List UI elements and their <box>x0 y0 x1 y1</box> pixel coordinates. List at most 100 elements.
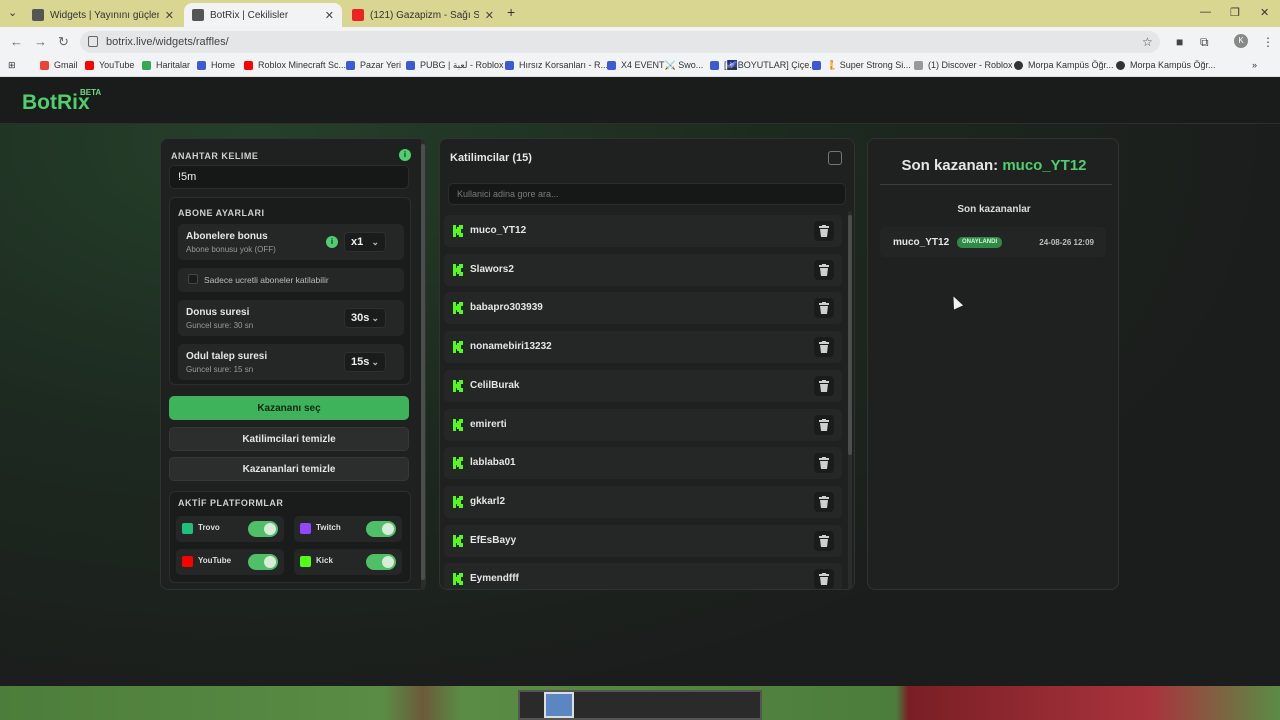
subscriber-settings-label: ABONE AYARLARI <box>178 208 265 218</box>
delete-participant-button[interactable] <box>814 221 834 241</box>
clear-winners-button[interactable]: Kazananlari temizle <box>169 457 409 481</box>
chevron-down-icon: ⌄ <box>371 357 379 367</box>
twitch-toggle[interactable] <box>366 521 396 537</box>
reload-icon[interactable]: ↻ <box>58 34 69 50</box>
browser-tab-raffles[interactable]: BotRix | Cekilisler ✕ <box>184 3 342 27</box>
more-bookmarks-icon[interactable]: » <box>1252 60 1257 70</box>
delete-participant-button[interactable] <box>814 375 834 396</box>
bookmark-label: 🧜 Super Strong Si... <box>826 60 911 70</box>
claim-time-select[interactable]: 15s ⌄ <box>344 352 386 372</box>
kick-icon <box>453 534 463 547</box>
maximize-icon[interactable]: ❐ <box>1230 6 1240 19</box>
active-platforms: AKTİF PLATFORMLAR Trovo Twitch YouTube K… <box>169 491 411 583</box>
bookmark-item[interactable]: Pazar Yeri <box>346 60 401 70</box>
delete-participant-button[interactable] <box>814 569 834 589</box>
delete-participant-button[interactable] <box>814 337 834 358</box>
bookmark-item[interactable]: Haritalar <box>142 60 190 70</box>
bookmark-item[interactable]: Gmail <box>40 60 78 70</box>
roblox-icon <box>812 61 821 70</box>
trovo-toggle[interactable] <box>248 521 278 537</box>
morpa-icon <box>1014 60 1023 70</box>
claim-time-title: Odul talep suresi <box>186 351 268 362</box>
roblox-icon <box>197 60 206 70</box>
bookmark-item[interactable]: Hırsız Korsanları - R... <box>505 60 608 70</box>
url-text: botrix.live/widgets/raffles/ <box>106 36 229 48</box>
subscriber-bonus-title: Abonelere bonus <box>186 231 268 242</box>
trash-icon <box>819 302 829 315</box>
bookmark-item[interactable]: [🌌BOYUTLAR] Çiçe... <box>710 60 817 71</box>
clear-participants-button[interactable]: Katilimcilari temizle <box>169 427 409 451</box>
tab-search-icon[interactable]: ⌄ <box>8 6 17 19</box>
delete-participant-button[interactable] <box>814 491 834 512</box>
participants-scroll-thumb[interactable] <box>848 215 852 455</box>
participant-search-input[interactable] <box>448 183 846 205</box>
info-icon[interactable]: i <box>399 149 411 161</box>
last-winner-prefix: Son kazanan: <box>901 157 999 174</box>
delete-participant-button[interactable] <box>814 530 834 551</box>
pick-winner-button[interactable]: Kazananı seç <box>169 396 409 420</box>
beta-badge: BETA <box>80 88 102 97</box>
extension-icon[interactable]: ■ <box>1176 35 1183 49</box>
participant-row: Eymendfff <box>444 563 842 589</box>
roblox-icon <box>346 60 355 70</box>
url-field[interactable]: botrix.live/widgets/raffles/ <box>80 31 1160 53</box>
app-header: BotRix BETA <box>0 78 1280 124</box>
delete-participant-button[interactable] <box>814 414 834 435</box>
chevron-down-icon: ⌄ <box>371 313 379 323</box>
bookmark-item[interactable]: Morpa Kampüs Öğr... <box>1116 60 1216 70</box>
bonus-time-select[interactable]: 30s ⌄ <box>344 308 386 328</box>
close-icon[interactable]: ✕ <box>325 9 334 22</box>
profile-avatar[interactable]: K <box>1234 34 1248 48</box>
youtube-favicon-icon <box>352 9 364 21</box>
extensions-puzzle-icon[interactable]: ⧉ <box>1200 35 1209 50</box>
delete-participant-button[interactable] <box>814 298 834 319</box>
browser-tab-youtube[interactable]: (121) Gazapizm - Sağı Solu Kes ✕ <box>344 3 502 27</box>
participant-row: gkkarl2 <box>444 485 842 518</box>
winner-date: 24-08-26 12:09 <box>1039 238 1094 247</box>
forward-icon[interactable]: → <box>34 34 47 49</box>
bookmark-item[interactable]: Morpa Kampüs Öğr... <box>1014 60 1114 70</box>
close-icon[interactable]: ✕ <box>165 9 174 22</box>
bookmark-label: Roblox Minecraft Sc... <box>258 60 347 70</box>
bookmarks-bar: ⊞ Gmail YouTube Haritalar Home Roblox Mi… <box>0 57 1280 77</box>
participant-name: emirerti <box>470 418 507 430</box>
site-info-icon[interactable] <box>88 36 98 47</box>
roblox-icon <box>505 60 514 70</box>
bookmark-item[interactable]: (1) Discover - Roblox <box>914 60 1013 70</box>
bookmark-item[interactable]: Home <box>197 60 235 70</box>
menu-dots-icon[interactable]: ⋮ <box>1262 35 1274 49</box>
participants-panel: Katilimcilar (15) muco_YT12 Slawors2 babap… <box>439 138 855 590</box>
minimize-icon[interactable]: — <box>1200 6 1211 18</box>
bookmark-item[interactable]: YouTube <box>85 60 134 70</box>
bookmark-label: Pazar Yeri <box>360 60 402 70</box>
new-tab-icon[interactable]: + <box>507 4 515 20</box>
apps-grid-icon[interactable]: ⊞ <box>8 60 16 71</box>
browser-tab-widgets[interactable]: Widgets | Yayınını güçlendirme ✕ <box>24 3 182 27</box>
participant-name: CelilBurak <box>470 379 520 391</box>
bookmark-item[interactable]: X4 EVENT⚔️ Swo... <box>607 60 703 71</box>
keyword-input[interactable] <box>169 165 409 189</box>
participant-name: gkkarl2 <box>470 495 506 507</box>
bookmark-item[interactable]: PUBG | لعبة - Roblox <box>406 60 504 71</box>
paid-only-checkbox[interactable] <box>188 274 198 284</box>
participant-row: CelilBurak <box>444 369 842 402</box>
youtube-toggle[interactable] <box>248 554 278 570</box>
info-icon[interactable]: i <box>326 236 338 248</box>
bookmark-star-icon[interactable]: ☆ <box>1142 35 1153 49</box>
trash-icon <box>819 341 829 354</box>
delete-participant-button[interactable] <box>814 453 834 474</box>
close-icon[interactable]: ✕ <box>485 9 494 22</box>
bookmark-item[interactable]: Roblox Minecraft Sc... <box>244 60 346 70</box>
subscriber-bonus-desc: Abone bonusu yok (OFF) <box>186 245 276 254</box>
kick-toggle[interactable] <box>366 554 396 570</box>
divider <box>880 184 1112 185</box>
delete-participant-button[interactable] <box>814 259 834 280</box>
subscriber-bonus-select[interactable]: x1 ⌄ <box>344 232 386 252</box>
back-icon[interactable]: ← <box>10 34 23 49</box>
select-value: x1 <box>351 236 364 248</box>
copy-icon[interactable] <box>828 151 842 165</box>
paid-only-row[interactable]: Sadece ucretli aboneler katilabilir <box>178 268 404 292</box>
bookmark-item[interactable]: 🧜 Super Strong Si... <box>812 60 911 71</box>
close-window-icon[interactable]: ✕ <box>1260 6 1269 19</box>
settings-scroll-thumb[interactable] <box>421 144 425 580</box>
